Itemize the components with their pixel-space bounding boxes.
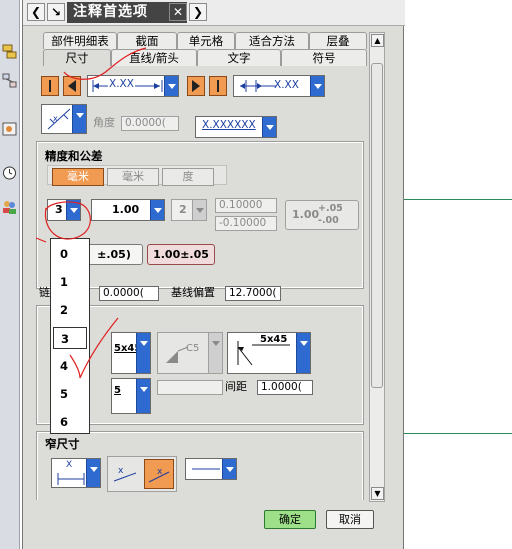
chevron-down-icon[interactable] (66, 200, 80, 220)
tab-stacking[interactable]: 层叠 (309, 32, 367, 49)
hierarchy-icon[interactable] (1, 72, 18, 90)
baseline-offset-label: 基线偏置 (171, 286, 215, 299)
roles-users-icon[interactable] (1, 198, 18, 216)
chevron-down-icon[interactable] (310, 76, 324, 96)
chamfer-style-dropdown[interactable]: 5x45 (111, 332, 151, 374)
arrow-style-dropdown[interactable]: X.XX (233, 75, 325, 97)
precision-option[interactable]: 1 (53, 271, 87, 293)
precision-group-title: 精度和公差 (45, 149, 103, 163)
tab-row-1: 部件明细表 截面 单元格 适合方法 层叠 (43, 32, 367, 49)
tolerance-precision-dropdown[interactable]: 2 (171, 199, 207, 221)
chamfer-separator-dropdown[interactable]: 5 (111, 378, 151, 414)
dimension-text-placement-dropdown[interactable]: X.XX (87, 75, 179, 97)
narrow-display-dropdown[interactable]: X (51, 458, 101, 488)
chevron-down-icon[interactable] (192, 200, 206, 220)
precision-option[interactable]: 5 (53, 383, 87, 405)
text-orientation-dropdown[interactable]: x (41, 104, 87, 134)
spacing-input[interactable]: 1.0000( (257, 380, 313, 395)
spacing-label: 间距 (225, 380, 247, 393)
chevron-down-icon[interactable] (208, 333, 222, 373)
tab-dimension[interactable]: 尺寸 (43, 49, 111, 66)
vertical-scrollbar[interactable]: ▲ ▼ (369, 32, 385, 502)
chevron-down-icon[interactable] (136, 379, 150, 413)
cancel-button[interactable]: 取消 (326, 510, 374, 529)
precision-option[interactable]: 2 (53, 299, 87, 321)
nominal-value-dropdown[interactable]: 1.00 (91, 199, 165, 221)
narrow-aligned-text-button[interactable]: x (144, 459, 174, 489)
tab-row-2: 尺寸 直线/箭头 文字 符号 (43, 49, 367, 66)
tab-parts-list[interactable]: 部件明细表 (43, 32, 117, 49)
precision-option[interactable]: 0 (53, 243, 87, 265)
dialog-titlebar: ❮ ↘ 注释首选项 ✕ ❯ (23, 0, 405, 26)
chamfer-leader-dropdown[interactable]: C5 (157, 332, 223, 374)
unit-mm-active-button[interactable]: 毫米 (52, 168, 104, 186)
unit-selector: 毫米 毫米 度 (47, 165, 227, 186)
baseline-offset-input[interactable]: 12.7000( (225, 286, 281, 301)
chevron-down-icon[interactable] (136, 333, 150, 373)
unit-mm-button[interactable]: 毫米 (107, 168, 159, 186)
tab-symbol[interactable]: 符号 (281, 49, 367, 66)
unit-degree-button[interactable]: 度 (162, 168, 214, 186)
dimension-line-left-button[interactable] (41, 76, 59, 96)
angle-input[interactable]: 0.0000( (121, 116, 179, 131)
chevron-down-icon[interactable] (150, 200, 164, 220)
chain-offset-input[interactable]: 0.0000( (99, 286, 159, 301)
background-canvas (404, 0, 512, 549)
svg-text:x: x (53, 114, 58, 123)
chevron-down-icon[interactable] (86, 459, 100, 487)
dimension-line-right-button[interactable] (209, 76, 227, 96)
arrow-right-button[interactable] (187, 76, 205, 96)
tab-section[interactable]: 截面 (117, 32, 177, 49)
annotation-preferences-dialog: ❮ ↘ 注释首选项 ✕ ❯ 部件明细表 截面 单元格 适合方法 层叠 尺寸 直线… (22, 0, 405, 549)
tab-line-arrow[interactable]: 直线/箭头 (111, 49, 197, 66)
canvas-line (404, 433, 512, 434)
tolerance-type-limit-button[interactable]: ±.05) (85, 244, 143, 265)
lower-tolerance-input[interactable]: -0.10000 (215, 216, 277, 231)
pin-arrow-icon[interactable]: ↘ (47, 3, 65, 21)
part-navigator-icon[interactable] (1, 120, 18, 138)
upper-tolerance-input[interactable]: 0.10000 (215, 198, 277, 213)
precision-option-selected[interactable]: 3 (53, 327, 87, 349)
narrow-group-title: 窄尺寸 (45, 437, 80, 451)
precision-option[interactable]: 4 (53, 355, 87, 377)
chevron-down-icon[interactable] (164, 76, 178, 96)
chevron-down-icon[interactable] (262, 117, 276, 137)
background-toolbar-strip (0, 0, 20, 549)
chain-offset-label: 链 (39, 286, 50, 299)
arrow-left-button[interactable] (63, 76, 81, 96)
history-clock-icon[interactable] (1, 164, 18, 182)
tab-text[interactable]: 文字 (197, 49, 281, 66)
angle-label: 角度 (93, 116, 115, 129)
chevron-right-icon[interactable]: ❯ (189, 3, 207, 21)
chevron-down-icon[interactable] (222, 459, 236, 479)
chevron-down-icon[interactable] (72, 105, 86, 133)
chamfer-disabled-input[interactable] (157, 380, 223, 395)
assembly-icon[interactable] (1, 42, 18, 60)
tolerance-type-bilateral-button[interactable]: 1.00±.05 (147, 244, 215, 265)
chamfer-leader-style-dropdown[interactable]: 5x45 (227, 332, 311, 374)
narrow-horizontal-text-button[interactable]: x (110, 459, 140, 489)
tolerance-preview-button[interactable]: 1.00 +.05 -.00 (285, 200, 359, 230)
scroll-up-icon[interactable]: ▲ (371, 34, 384, 47)
svg-text:x: x (118, 466, 124, 476)
close-icon[interactable]: ✕ (169, 3, 187, 21)
precision-dropdown-list[interactable]: 0 1 2 3 4 5 6 (50, 238, 90, 434)
chevron-down-icon[interactable] (296, 333, 310, 373)
narrow-text-orientation-group: x x (107, 456, 177, 492)
chevron-left-icon[interactable]: ❮ (27, 3, 45, 21)
tab-cell[interactable]: 单元格 (177, 32, 235, 49)
scroll-thumb[interactable] (371, 63, 383, 388)
precision-option[interactable]: 6 (53, 411, 87, 433)
canvas-line (404, 199, 512, 200)
scroll-down-icon[interactable]: ▼ (371, 487, 384, 500)
narrow-leader-dropdown[interactable] (185, 458, 237, 480)
number-format-dropdown[interactable]: X.XXXXXX (195, 116, 277, 138)
svg-text:x: x (157, 467, 163, 477)
ok-button[interactable]: 确定 (264, 510, 316, 529)
tab-fit-method[interactable]: 适合方法 (235, 32, 309, 49)
precision-dropdown[interactable]: 3 (47, 199, 81, 221)
